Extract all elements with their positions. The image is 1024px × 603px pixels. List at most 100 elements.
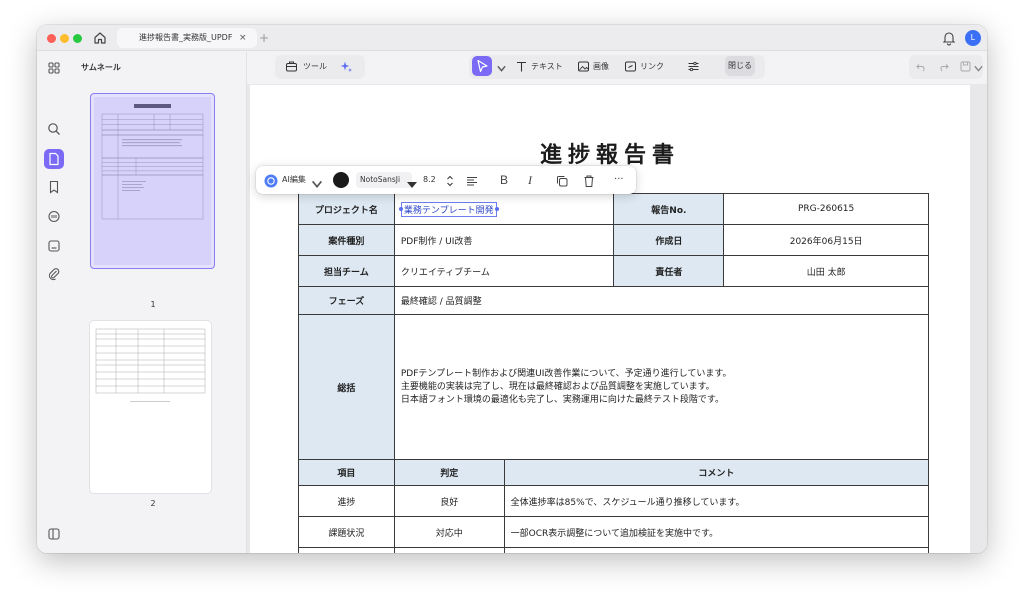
phase-label: フェーズ [298,286,395,315]
caret-down-icon[interactable] [405,177,417,188]
owner-value[interactable]: 山田 太郎 [723,255,929,287]
phase-value[interactable]: 最終確認 / 品質調整 [393,286,930,315]
text-color-picker[interactable] [333,172,349,188]
toolbox-icon[interactable] [285,58,298,72]
chevron-down-icon[interactable] [310,176,323,188]
edit-tools-group [469,55,765,79]
created-date-value[interactable]: 2026年06月15日 [723,224,929,256]
panel-toggle-icon[interactable] [46,526,62,542]
thumbnail-panel: サムネール 1 2 [71,52,247,553]
summary-line[interactable]: 主要機能の実装は完了し、現在は最終確認および品質調整を実施しています。 [401,381,922,394]
table-row: 進捗 良好 全体進捗率は85%で、スケジュール通り推移しています。 [298,485,930,517]
tab-close-icon[interactable]: × [239,28,247,48]
table-row: 案件種別 PDF制作 / UI改善 作成日 2026年06月15日 [298,224,929,256]
font-family-select[interactable]: NotoSansJi [356,172,412,188]
thumbnail-page-1-selection [94,97,211,265]
left-icon-rail [37,52,71,553]
grid-icon[interactable] [46,60,62,76]
table-row: 担当チーム クリエイティブチーム 責任者 山田 太郎 [298,255,929,287]
save-icon[interactable] [959,58,972,72]
case-type-label: 案件種別 [298,224,395,256]
report-no-value[interactable]: PRG-260615 [723,193,929,225]
report-no-label: 報告No. [613,193,725,225]
project-name-text[interactable]: 業務テンプレート開発 [404,206,494,216]
summary-value[interactable]: PDFテンプレート制作および関連UI改善作業について、予定通り進行しています。 … [393,314,930,460]
selected-text-box[interactable]: 業務テンプレート開発 [398,201,499,217]
home-icon[interactable] [92,30,108,46]
eval-judgment[interactable]: 対応中 [393,516,505,548]
new-tab-icon[interactable]: + [259,28,269,48]
close-window-button[interactable] [47,34,56,43]
text-tool-label[interactable]: テキスト [531,55,563,79]
settings-sliders-icon[interactable] [687,58,700,72]
font-size-value[interactable]: 8.2 [423,166,436,194]
page-edit-icon[interactable] [46,151,62,167]
eval-judgment[interactable]: 良好 [393,485,505,517]
link-tool-icon[interactable] [624,58,637,72]
text-tool-icon[interactable] [515,58,528,72]
image-tool-icon[interactable] [577,58,590,72]
italic-button[interactable]: I [528,166,532,194]
document-tab[interactable]: 進捗報告書_実務版_UPDF [117,28,257,48]
copy-icon[interactable] [555,173,569,187]
case-type-value[interactable]: PDF制作 / UI改善 [393,224,615,256]
document-page[interactable]: 進捗報告書 プロジェクト名 業務テンプレート開発 報告No. PRG-26061… [250,85,970,553]
bell-icon[interactable] [942,30,956,46]
align-left-icon[interactable] [465,173,479,187]
document-viewport[interactable]: 進捗報告書 プロジェクト名 業務テンプレート開発 報告No. PRG-26061… [247,84,987,553]
empty-cell[interactable] [393,547,505,553]
trash-icon[interactable] [582,173,596,187]
empty-cell[interactable] [298,547,395,553]
bookmark-icon[interactable] [46,179,62,195]
tools-label[interactable]: ツール [303,55,327,79]
stamp-icon[interactable] [46,238,62,254]
zoom-window-button[interactable] [73,34,82,43]
selection-handle[interactable] [494,206,499,211]
eval-comment[interactable]: 一部OCR表示調整について追加検証を実施中です。 [503,516,930,548]
project-name-value[interactable]: 業務テンプレート開発 [393,193,615,225]
chevron-down-icon[interactable] [972,60,983,72]
attachment-icon[interactable] [46,266,62,282]
summary-line[interactable]: PDFテンプレート制作および関連UI改善作業について、予定通り進行しています。 [401,368,922,381]
search-icon[interactable] [46,121,62,137]
ai-edit-icon[interactable] [264,173,278,188]
summary-line[interactable]: 日本語フォント環境の最適化も完了し、実務運用に向けた最終テスト段階です。 [401,394,922,407]
created-date-label: 作成日 [613,224,725,256]
team-value[interactable]: クリエイティブチーム [393,255,615,287]
redo-icon[interactable] [937,58,950,72]
title-bar: 進捗報告書_実務版_UPDF × + L [37,25,987,51]
item-header: 項目 [298,459,395,486]
image-tool-label[interactable]: 画像 [593,55,609,79]
bold-button[interactable]: B [500,166,508,194]
thumbnail-page-2[interactable] [90,321,211,493]
main-toolbar: ツール テキスト 画像 リンク 閉じる [247,52,987,84]
selection-handle[interactable] [398,206,403,211]
document-title[interactable]: 進捗報告書 [250,137,970,169]
ai-edit-label[interactable]: AI編集 [282,166,306,194]
table-row: フェーズ 最終確認 / 品質調整 [298,286,930,315]
eval-comment[interactable]: 全体進捗率は85%で、スケジュール通り推移しています。 [503,485,930,517]
empty-cell[interactable] [503,547,930,553]
close-edit-button[interactable]: 閉じる [725,56,755,76]
select-tool-button[interactable] [472,56,492,76]
tab-title: 進捗報告書_実務版_UPDF [139,33,233,42]
table-row: プロジェクト名 業務テンプレート開発 報告No. PRG-260615 [298,193,929,225]
app-window: 進捗報告書_実務版_UPDF × + L サムネール 1 2 ツール テキスト … [37,25,987,553]
font-size-stepper-icon[interactable] [443,173,453,187]
thumbnail-panel-title: サムネール [81,63,121,72]
eval-item[interactable]: 課題状況 [298,516,395,548]
chevron-down-icon[interactable] [495,60,506,72]
link-tool-label[interactable]: リンク [640,55,664,79]
table-row [298,547,930,553]
summary-label: 総括 [298,314,395,460]
project-name-label: プロジェクト名 [298,193,395,225]
avatar[interactable]: L [965,30,981,46]
ai-sparkle-icon[interactable] [340,58,353,72]
undo-icon[interactable] [915,58,928,72]
thumbnail-page-number: 2 [150,499,156,508]
more-options-icon[interactable]: ··· [614,166,624,194]
comment-icon[interactable] [46,209,62,225]
team-label: 担当チーム [298,255,395,287]
eval-item[interactable]: 進捗 [298,485,395,517]
minimize-window-button[interactable] [60,34,69,43]
